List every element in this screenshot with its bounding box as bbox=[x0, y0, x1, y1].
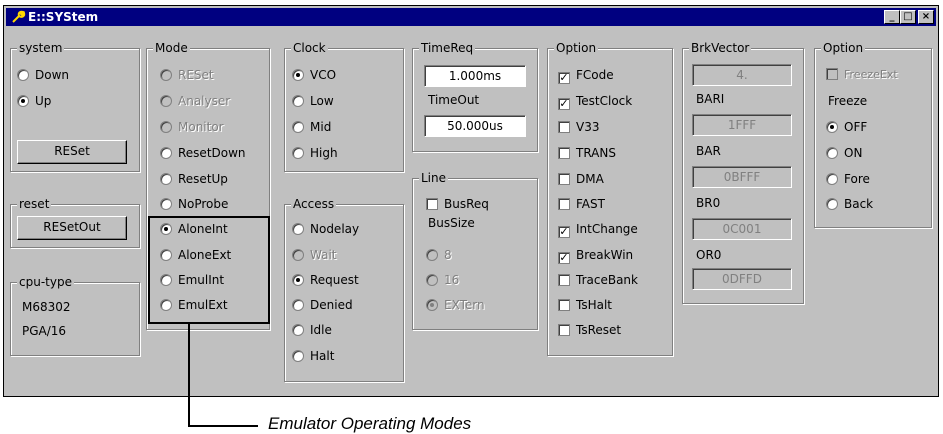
callout-leader-line bbox=[188, 324, 258, 427]
callout-label: Emulator Operating Modes bbox=[268, 414, 472, 433]
